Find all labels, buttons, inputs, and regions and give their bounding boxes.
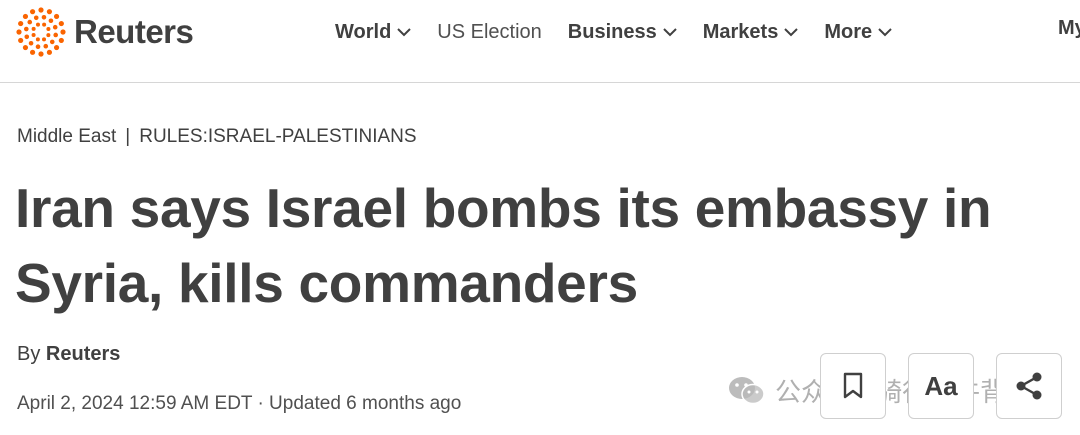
logo-dot (35, 37, 40, 42)
logo-dot (42, 22, 47, 27)
breadcrumb-tag-link[interactable]: RULES:ISRAEL-PALESTINIANS (139, 126, 416, 148)
breadcrumb: Middle East | RULES:ISRAEL-PALESTINIANS (17, 126, 417, 148)
chevron-down-icon (784, 28, 799, 37)
logo-dot (49, 39, 55, 45)
logo-dot (58, 37, 64, 44)
logo-dot (53, 44, 60, 51)
logo-dot (53, 13, 60, 20)
nav-item-world[interactable]: World (335, 20, 412, 44)
article-headline: Iran says Israel bombs its embassy in Sy… (15, 177, 992, 314)
nav-item-label: US Election (437, 20, 542, 43)
chevron-down-icon (878, 28, 892, 37)
logo-dot (29, 9, 36, 15)
text-size-label: Aa (924, 370, 958, 401)
logo-dot (58, 20, 64, 27)
site-header: Reuters World US Election Business Marke… (0, 0, 1080, 83)
logo-dot (42, 37, 47, 42)
logo-dot (35, 22, 40, 27)
logo-dot (35, 44, 41, 49)
logo-dot (46, 33, 51, 38)
logo-dot (18, 20, 24, 27)
logo-dot (52, 24, 58, 30)
byline-prefix: By (17, 343, 41, 365)
logo-dot (24, 26, 29, 32)
byline: By Reuters (17, 343, 120, 366)
logo-dot (22, 13, 29, 20)
logo-dot (29, 49, 36, 55)
chevron-down-icon (397, 28, 412, 37)
logo-dot (60, 29, 66, 35)
logo-wordmark: Reuters (74, 13, 194, 50)
logo-dot (53, 32, 58, 38)
logo-dot (28, 40, 34, 46)
logo-dot (31, 26, 36, 31)
nav-item-us-election[interactable]: US Election (437, 21, 542, 44)
nav-item-label: More (824, 20, 873, 43)
text-size-button[interactable]: Aa (908, 353, 974, 419)
breadcrumb-section-link[interactable]: Middle East (17, 126, 116, 148)
logo-dot (18, 37, 24, 44)
nav-item-label: World (335, 20, 392, 43)
reuters-logo-icon (16, 7, 66, 57)
logo-dot (33, 15, 39, 21)
logo-dot (48, 18, 54, 24)
logo-dot (41, 15, 47, 20)
reuters-logo[interactable]: Reuters (14, 7, 194, 57)
logo-dot (38, 7, 44, 13)
chevron-down-icon (663, 28, 677, 37)
logo-dot (46, 49, 53, 55)
bookmark-icon (843, 372, 863, 399)
logo-dot (46, 26, 51, 31)
nav-item-label: Business (567, 20, 657, 43)
logo-dot (31, 33, 36, 38)
nav-item-label: Markets (702, 20, 779, 43)
nav-item-business[interactable]: Business (568, 21, 677, 44)
article-dateline: April 2, 2024 12:59 AM EDT · Updated 6 m… (17, 393, 462, 414)
logo-dot (46, 9, 53, 15)
breadcrumb-separator: | (125, 126, 131, 147)
nav-item-markets[interactable]: Markets (703, 21, 799, 44)
logo-dot (27, 19, 33, 25)
nav-item-more[interactable]: More (824, 21, 892, 44)
share-icon (1016, 372, 1042, 400)
share-button[interactable] (996, 353, 1062, 419)
logo-dot (22, 44, 29, 51)
main-nav: World US Election Business Markets More (335, 17, 918, 47)
nav-item-my-news[interactable]: My (1058, 17, 1080, 40)
logo-dot (16, 29, 22, 35)
wechat-icon (729, 376, 765, 404)
byline-author-link[interactable]: Reuters (46, 343, 120, 365)
logo-dot (43, 43, 49, 49)
save-article-button[interactable] (820, 353, 886, 419)
logo-dot (24, 34, 30, 40)
logo-dot (38, 51, 44, 57)
